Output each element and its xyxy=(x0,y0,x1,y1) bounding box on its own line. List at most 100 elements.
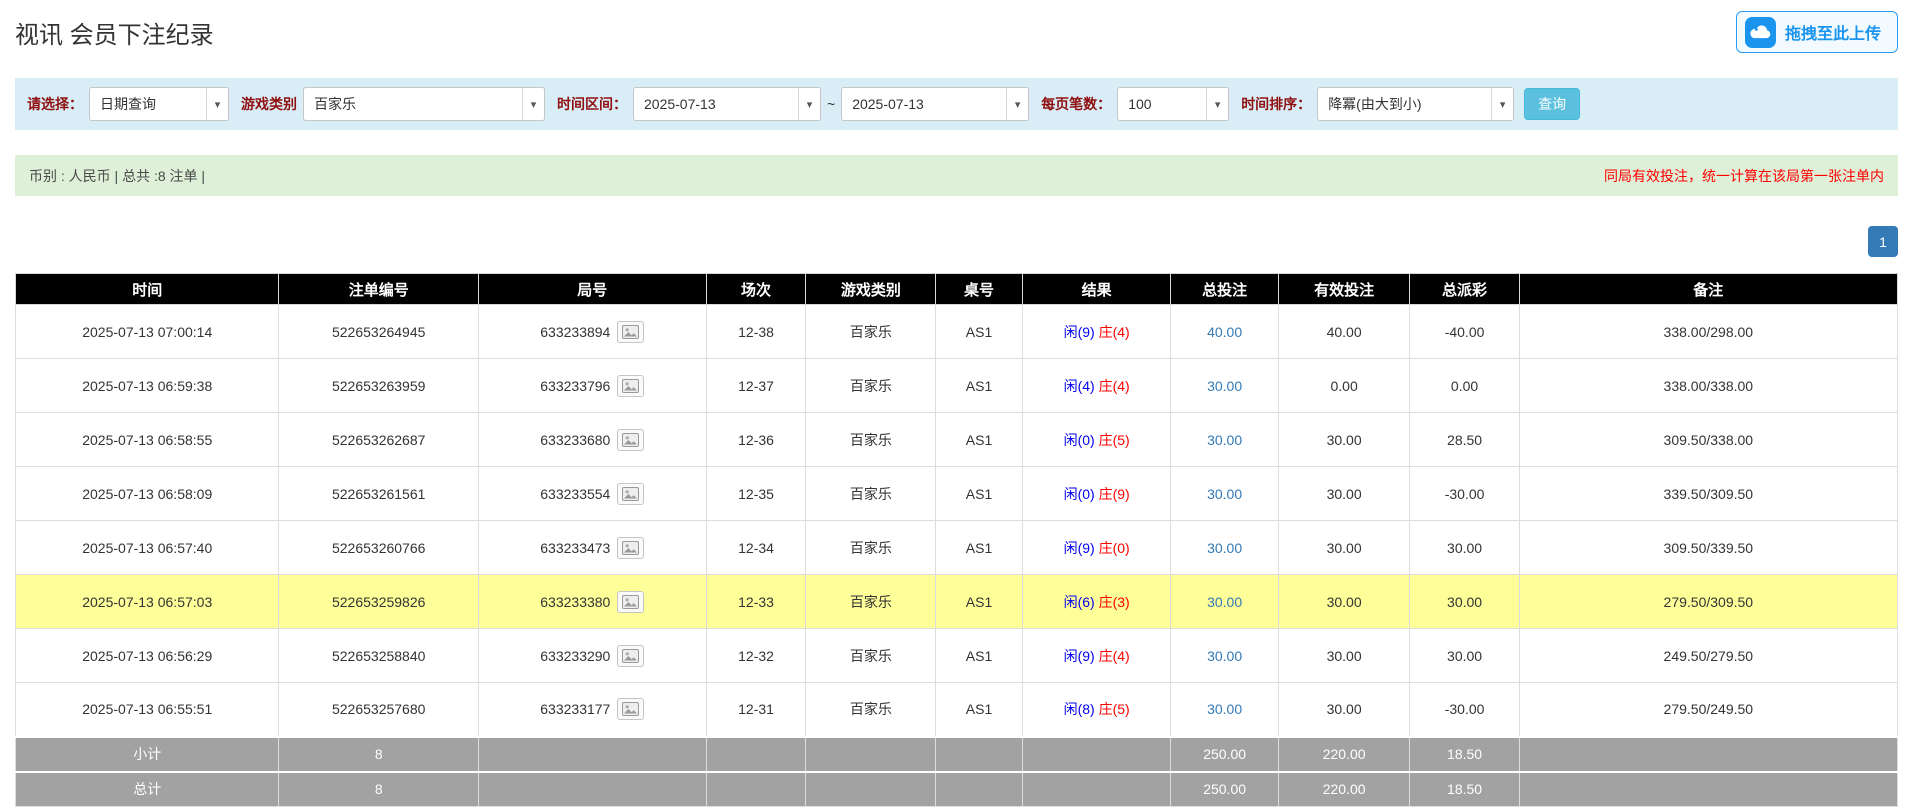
round-image-button[interactable] xyxy=(617,483,644,505)
table-header-row: 时间注单编号局号场次游戏类别桌号结果总投注有效投注总派彩备注 xyxy=(16,274,1898,305)
cell-remark: 339.50/309.50 xyxy=(1519,467,1897,521)
date-from-select[interactable]: 2025-07-13 ▾ xyxy=(633,87,821,121)
cell-result: 闲(9) 庄(4) xyxy=(1022,629,1171,683)
round-id-text: 633233554 xyxy=(540,486,610,502)
cell-bet-id: 522653261561 xyxy=(279,467,478,521)
cell-total-bet: 30.00 xyxy=(1171,683,1278,737)
cell-bet-id: 522653257680 xyxy=(279,683,478,737)
page-button-1[interactable]: 1 xyxy=(1868,226,1898,257)
page-size-label: 每页笔数： xyxy=(1041,94,1111,114)
page-size-value: 100 xyxy=(1118,88,1206,120)
cell-table-no: AS1 xyxy=(936,683,1023,737)
cell-round-id: 633233290 xyxy=(478,629,706,683)
result-player: 闲(0) xyxy=(1064,486,1095,502)
total-row-payout: 18.50 xyxy=(1410,772,1519,807)
total-bet-link[interactable]: 30.00 xyxy=(1207,432,1242,448)
cell-time: 2025-07-13 06:58:55 xyxy=(16,413,279,467)
table-row[interactable]: 2025-07-13 07:00:14522653264945633233894… xyxy=(16,305,1898,359)
chevron-down-icon[interactable]: ▾ xyxy=(522,88,544,120)
query-type-select[interactable]: 日期查询 ▾ xyxy=(89,87,229,121)
total-row: 总计8250.00220.0018.50 xyxy=(16,772,1898,807)
table-row[interactable]: 2025-07-13 06:57:40522653260766633233473… xyxy=(16,521,1898,575)
upload-dropzone-button[interactable]: 拖拽至此上传 xyxy=(1736,11,1898,53)
table-row[interactable]: 2025-07-13 06:58:09522653261561633233554… xyxy=(16,467,1898,521)
column-header-3: 场次 xyxy=(706,274,806,305)
summary-text: 币别 : 人民币 | 总共 :8 注单 | xyxy=(29,166,205,186)
image-icon xyxy=(622,541,639,555)
subtotal-row-remark xyxy=(1519,737,1897,772)
chevron-down-icon[interactable]: ▾ xyxy=(1006,88,1028,120)
cell-game-type: 百家乐 xyxy=(806,467,936,521)
page-size-select[interactable]: 100 ▾ xyxy=(1117,87,1229,121)
total-bet-link[interactable]: 30.00 xyxy=(1207,540,1242,556)
cell-session: 12-33 xyxy=(706,575,806,629)
result-banker: 庄(4) xyxy=(1099,324,1130,340)
date-to-value: 2025-07-13 xyxy=(842,88,1006,120)
cell-valid-bet: 30.00 xyxy=(1278,521,1410,575)
chevron-down-icon[interactable]: ▾ xyxy=(1491,88,1513,120)
round-image-button[interactable] xyxy=(617,645,644,667)
cell-bet-id: 522653258840 xyxy=(279,629,478,683)
date-to-select[interactable]: 2025-07-13 ▾ xyxy=(841,87,1029,121)
query-type-value: 日期查询 xyxy=(90,88,206,120)
table-row[interactable]: 2025-07-13 06:59:38522653263959633233796… xyxy=(16,359,1898,413)
cell-total-bet: 30.00 xyxy=(1171,629,1278,683)
round-id-text: 633233380 xyxy=(540,594,610,610)
result-banker: 庄(9) xyxy=(1099,486,1130,502)
cell-table-no: AS1 xyxy=(936,629,1023,683)
image-icon xyxy=(622,325,639,339)
result-player: 闲(8) xyxy=(1064,701,1095,717)
round-image-button[interactable] xyxy=(617,698,644,720)
total-row-remark xyxy=(1519,772,1897,807)
total-bet-link[interactable]: 30.00 xyxy=(1207,594,1242,610)
chevron-down-icon[interactable]: ▾ xyxy=(798,88,820,120)
total-bet-link[interactable]: 30.00 xyxy=(1207,378,1242,394)
image-icon xyxy=(622,702,639,716)
game-type-select[interactable]: 百家乐 ▾ xyxy=(303,87,545,121)
chevron-down-icon[interactable]: ▾ xyxy=(206,88,228,120)
subtotal-row-result xyxy=(1022,737,1171,772)
sort-order-value: 降冪(由大到小) xyxy=(1318,88,1491,120)
cell-result: 闲(8) 庄(5) xyxy=(1022,683,1171,737)
game-type-value: 百家乐 xyxy=(304,88,522,120)
round-image-button[interactable] xyxy=(617,537,644,559)
cell-payout: 30.00 xyxy=(1410,521,1519,575)
total-bet-link[interactable]: 40.00 xyxy=(1207,324,1242,340)
round-image-button[interactable] xyxy=(617,429,644,451)
result-banker: 庄(4) xyxy=(1099,378,1130,394)
cell-table-no: AS1 xyxy=(936,305,1023,359)
round-image-button[interactable] xyxy=(617,591,644,613)
cell-game-type: 百家乐 xyxy=(806,521,936,575)
cell-total-bet: 30.00 xyxy=(1171,413,1278,467)
subtotal-row-label: 小计 xyxy=(16,737,279,772)
table-row[interactable]: 2025-07-13 06:58:55522653262687633233680… xyxy=(16,413,1898,467)
cell-total-bet: 30.00 xyxy=(1171,575,1278,629)
cell-time: 2025-07-13 06:57:03 xyxy=(16,575,279,629)
filter-bar: 请选择： 日期查询 ▾ 游戏类别 百家乐 ▾ 时间区间： 2025-07-13 … xyxy=(15,78,1898,130)
table-row[interactable]: 2025-07-13 06:56:29522653258840633233290… xyxy=(16,629,1898,683)
image-icon xyxy=(622,649,639,663)
result-banker: 庄(3) xyxy=(1099,594,1130,610)
round-id-text: 633233290 xyxy=(540,648,610,664)
table-row[interactable]: 2025-07-13 06:57:03522653259826633233380… xyxy=(16,575,1898,629)
cell-payout: -40.00 xyxy=(1410,305,1519,359)
round-image-button[interactable] xyxy=(617,321,644,343)
round-image-button[interactable] xyxy=(617,375,644,397)
result-player: 闲(9) xyxy=(1064,324,1095,340)
table-row[interactable]: 2025-07-13 06:55:51522653257680633233177… xyxy=(16,683,1898,737)
image-icon xyxy=(622,433,639,447)
total-bet-link[interactable]: 30.00 xyxy=(1207,648,1242,664)
chevron-down-icon[interactable]: ▾ xyxy=(1206,88,1228,120)
pagination: 1 xyxy=(15,226,1898,257)
round-id-text: 633233680 xyxy=(540,432,610,448)
cell-game-type: 百家乐 xyxy=(806,413,936,467)
column-header-5: 桌号 xyxy=(936,274,1023,305)
total-bet-link[interactable]: 30.00 xyxy=(1207,486,1242,502)
cell-payout: 30.00 xyxy=(1410,629,1519,683)
search-button[interactable]: 查询 xyxy=(1524,88,1580,120)
total-row-table-no xyxy=(936,772,1023,807)
subtotal-row-table-no xyxy=(936,737,1023,772)
total-bet-link[interactable]: 30.00 xyxy=(1207,701,1242,717)
topbar: 视讯 会员下注纪录 拖拽至此上传 xyxy=(0,0,1913,56)
sort-order-select[interactable]: 降冪(由大到小) ▾ xyxy=(1317,87,1514,121)
